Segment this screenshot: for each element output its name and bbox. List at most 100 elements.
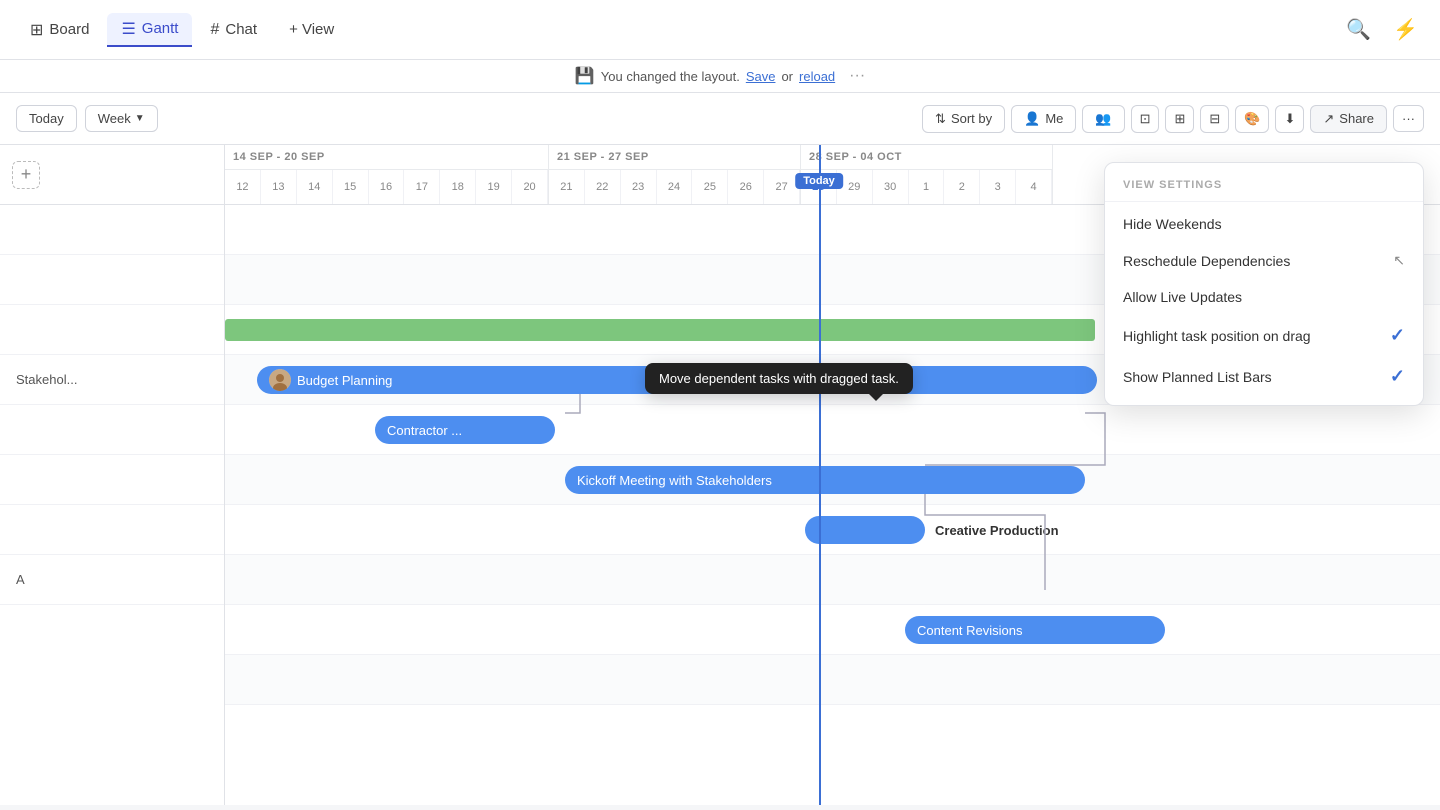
group-button[interactable]: 👥 (1082, 105, 1124, 133)
collapse-icon: ⊡ (1140, 111, 1151, 127)
sort-by-label: Sort by (951, 111, 992, 126)
date-20: 20 (512, 170, 548, 204)
gantt-row-8 (225, 655, 1440, 705)
bar-content[interactable]: Content Revisions (905, 616, 1165, 644)
drag-tooltip: Move dependent tasks with dragged task. (645, 363, 913, 394)
week-button[interactable]: Week ▼ (85, 105, 158, 132)
dropdown-item-planned-bars[interactable]: Show Planned List Bars ✓ (1105, 356, 1423, 397)
date-24: 24 (657, 170, 693, 204)
lightning-button[interactable]: ⚡ (1387, 11, 1424, 48)
collapse-button[interactable]: ⊡ (1131, 105, 1160, 133)
save-link[interactable]: Save (746, 69, 776, 84)
nav-add-view[interactable]: + View (275, 15, 348, 44)
expand-button[interactable]: ⊞ (1165, 105, 1194, 133)
sidebar-row-7 (0, 505, 224, 555)
nav-view-label: + View (289, 21, 334, 38)
nav-chat[interactable]: # Chat (196, 15, 271, 45)
group-icon: 👥 (1095, 111, 1111, 127)
sidebar-row-1 (0, 205, 224, 255)
layout-icon: ⊟ (1209, 111, 1220, 127)
dropdown-header: VIEW SETTINGS (1105, 171, 1423, 197)
sidebar-rows: Stakehol... A (0, 205, 224, 605)
bar-creative[interactable] (805, 516, 925, 544)
notif-or: or (781, 69, 793, 84)
dropdown-item-hide-weekends[interactable]: Hide Weekends (1105, 206, 1423, 242)
date-cells-2: 21 22 23 24 25 26 27 (549, 170, 800, 204)
reload-link[interactable]: reload (799, 69, 835, 84)
date-14: 14 (297, 170, 333, 204)
reschedule-label: Reschedule Dependencies (1123, 253, 1290, 269)
sidebar-row-a: A (0, 555, 224, 605)
date-group-1-label: 14 SEP - 20 SEP (225, 145, 548, 170)
sort-by-button[interactable]: ⇅ Sort by (922, 105, 1005, 133)
date-21: 21 (549, 170, 585, 204)
gantt-row-contractor: Contractor ... (225, 405, 1440, 455)
more-button[interactable]: ··· (1393, 105, 1424, 132)
date-group-2: 21 SEP - 27 SEP 21 22 23 24 25 26 27 (549, 145, 801, 204)
today-label: Today (795, 173, 843, 189)
gantt-icon: ☰ (121, 19, 135, 39)
highlight-label: Highlight task position on drag (1123, 328, 1311, 344)
toolbar: Today Week ▼ ⇅ Sort by 👤 Me 👥 ⊡ ⊞ ⊟ 🎨 ⬇ (0, 93, 1440, 145)
share-button[interactable]: ↗ Share (1310, 105, 1387, 133)
date-cells-1: 12 13 14 15 16 17 18 19 20 (225, 170, 548, 204)
today-button[interactable]: Today (16, 105, 77, 132)
dropdown-item-reschedule[interactable]: Reschedule Dependencies ↖ (1105, 242, 1423, 279)
creative-label-right: Creative Production (935, 523, 1059, 538)
date-15: 15 (333, 170, 369, 204)
share-label: Share (1339, 111, 1374, 126)
notification-bar: 💾 You changed the layout. Save or reload… (0, 60, 1440, 93)
notif-more[interactable]: ··· (849, 67, 865, 85)
bar-kickoff[interactable]: Kickoff Meeting with Stakeholders (565, 466, 1085, 494)
today-label: Today (29, 111, 64, 126)
date-16: 16 (369, 170, 405, 204)
date-group-2-label: 21 SEP - 27 SEP (549, 145, 800, 170)
top-navigation: ⊞ Board ☰ Gantt # Chat + View 🔍 ⚡ (0, 0, 1440, 60)
toolbar-right: ⇅ Sort by 👤 Me 👥 ⊡ ⊞ ⊟ 🎨 ⬇ ↗ Share (922, 105, 1424, 133)
sidebar-header: + (0, 145, 224, 205)
sort-icon: ⇅ (935, 111, 946, 127)
date-30: 30 (873, 170, 909, 204)
date-4: 4 (1016, 170, 1052, 204)
sidebar-row-2 (0, 255, 224, 305)
hash-icon: # (210, 21, 219, 39)
date-1: 1 (909, 170, 945, 204)
budget-bar-label: Budget Planning (297, 373, 392, 388)
color-icon: 🎨 (1244, 111, 1260, 127)
cursor-icon: ↖ (1393, 252, 1405, 269)
week-chevron-icon: ▼ (135, 113, 145, 124)
nav-board-label: Board (49, 21, 89, 38)
week-label: Week (98, 111, 131, 126)
me-button[interactable]: 👤 Me (1011, 105, 1076, 133)
board-icon: ⊞ (30, 20, 43, 40)
date-25: 25 (692, 170, 728, 204)
search-button[interactable]: 🔍 (1340, 11, 1377, 48)
sidebar-row-stakeholder: Stakehol... (0, 355, 224, 405)
gantt-row-6 (225, 555, 1440, 605)
me-label: Me (1045, 111, 1063, 126)
nav-gantt[interactable]: ☰ Gantt (107, 13, 192, 47)
color-button[interactable]: 🎨 (1235, 105, 1269, 133)
date-26: 26 (728, 170, 764, 204)
nav-board[interactable]: ⊞ Board (16, 14, 103, 46)
gantt-row-kickoff: Kickoff Meeting with Stakeholders (225, 455, 1440, 505)
sidebar-label-a: A (16, 572, 25, 587)
view-settings-dropdown: VIEW SETTINGS Hide Weekends Reschedule D… (1104, 162, 1424, 406)
dropdown-divider-1 (1105, 201, 1423, 202)
bar-green[interactable] (225, 319, 1095, 341)
layout-button[interactable]: ⊟ (1200, 105, 1229, 133)
today-line: Today (819, 145, 821, 805)
hide-weekends-label: Hide Weekends (1123, 216, 1222, 232)
download-button[interactable]: ⬇ (1275, 105, 1304, 133)
date-3: 3 (980, 170, 1016, 204)
add-row-button[interactable]: + (12, 161, 40, 189)
bar-contractor[interactable]: Contractor ... (375, 416, 555, 444)
dropdown-item-highlight[interactable]: Highlight task position on drag ✓ (1105, 315, 1423, 356)
dropdown-item-live-updates[interactable]: Allow Live Updates (1105, 279, 1423, 315)
nav-right-actions: 🔍 ⚡ (1340, 11, 1424, 48)
share-icon: ↗ (1323, 111, 1334, 127)
content-bar-label: Content Revisions (917, 623, 1023, 638)
sidebar-row-5 (0, 405, 224, 455)
date-group-1: 14 SEP - 20 SEP 12 13 14 15 16 17 18 19 … (225, 145, 549, 204)
date-23: 23 (621, 170, 657, 204)
